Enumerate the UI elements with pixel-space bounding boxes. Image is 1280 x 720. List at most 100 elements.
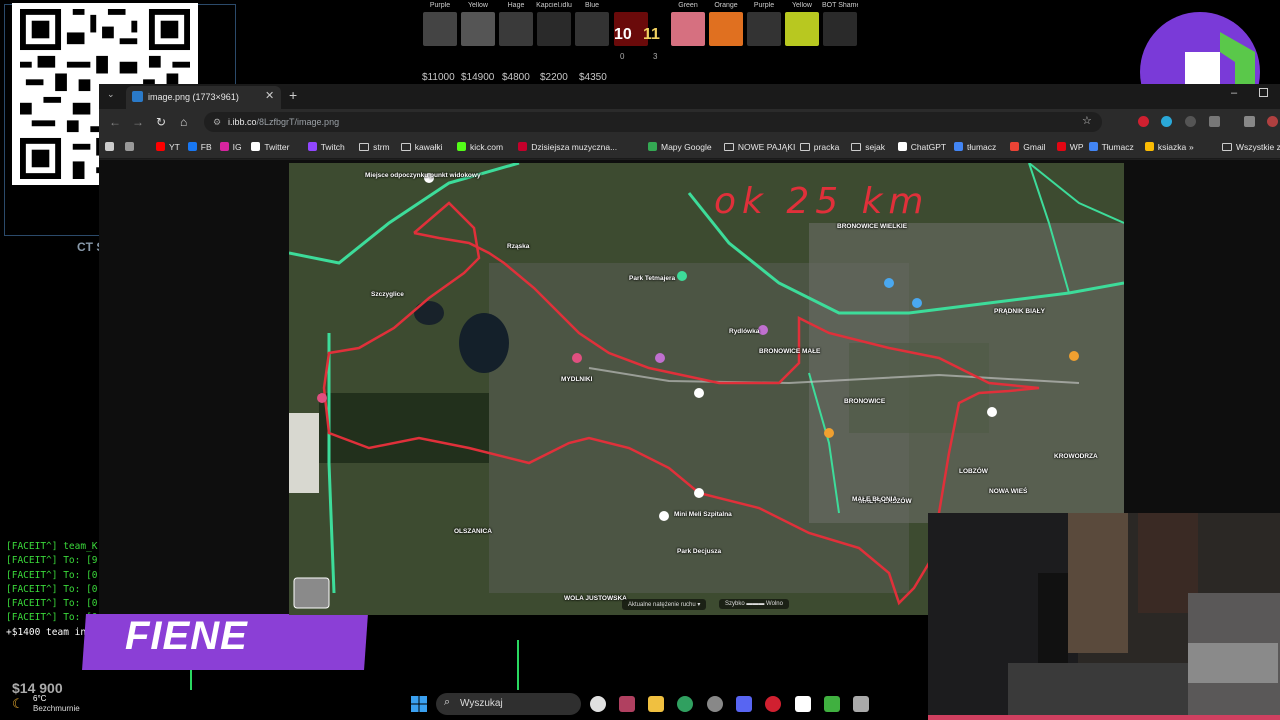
player-name: BOT Shamel...: [822, 2, 858, 9]
apps-grid-icon[interactable]: [125, 142, 138, 152]
minimize-icon[interactable]: –: [1231, 87, 1237, 99]
tab-search-icon[interactable]: ⌄: [107, 89, 115, 100]
ct-player-slot: Purple: [746, 2, 782, 46]
back-icon[interactable]: ←: [109, 115, 121, 129]
weapon-icon: [575, 12, 609, 46]
bookmark-item[interactable]: kick.com: [457, 142, 503, 152]
menu-icon[interactable]: [1244, 116, 1255, 127]
url-host: i.ibb.co: [228, 117, 257, 127]
bookmark-item[interactable]: Twitch: [307, 142, 345, 152]
map-place-label: BRONOWICE: [844, 398, 886, 405]
bookmark-label: IG: [232, 142, 242, 152]
chat-line: [FACEIT^] To: [0: [6, 598, 98, 610]
t-player-slot: Kapciel.idlu: [536, 2, 572, 46]
ct-score: 11: [643, 26, 660, 43]
bookmark-item[interactable]: ChatGPT: [897, 142, 946, 152]
t-money: $4350: [579, 72, 607, 83]
search-icon: ⌕: [444, 696, 451, 708]
folder-icon: [723, 143, 734, 151]
app-icon[interactable]: [619, 696, 635, 712]
address-bar[interactable]: ⚙ i.ibb.co/8LzfbgrT/image.png ☆: [204, 112, 1102, 132]
bookmark-label: Gmail: [1023, 142, 1046, 152]
folder-icon: [400, 143, 411, 151]
url-path: /8LzfbgrT/image.png: [256, 117, 340, 127]
chat-line: [FACEIT^] To: [0: [6, 583, 98, 595]
windows-start-icon[interactable]: [411, 696, 427, 712]
map-place-label: NOWA WIEŚ: [989, 488, 1028, 495]
bookmark-favicon-icon: [1010, 142, 1020, 151]
bookmark-item[interactable]: ksiazka: [1144, 142, 1187, 152]
new-tab-icon[interactable]: +: [289, 87, 297, 103]
maximize-icon[interactable]: [1259, 88, 1268, 97]
bookmark-item[interactable]: Tłumacz: [1088, 142, 1134, 152]
bookmark-label: FB: [200, 142, 212, 152]
weather-temperature[interactable]: 6°C: [33, 694, 46, 703]
site-info-icon[interactable]: ⚙: [213, 117, 221, 128]
weather-moon-icon[interactable]: ☾: [12, 696, 24, 712]
traffic-legend-dropdown[interactable]: Aktualne natężenie ruchu ▾: [622, 599, 707, 610]
bookmark-favicon-icon: [954, 142, 963, 151]
weather-description[interactable]: Bezchmurnie: [33, 704, 80, 713]
bookmark-item[interactable]: YT: [156, 142, 180, 152]
steam-app-icon[interactable]: [707, 696, 723, 712]
bookmark-item[interactable]: sejak: [851, 142, 885, 152]
bookmark-item[interactable]: pracka: [799, 142, 839, 152]
traffic-speed-legend: Szybko ▬▬▬ Wolno: [719, 599, 789, 609]
extension-record-icon[interactable]: [1138, 116, 1149, 127]
bookmark-item[interactable]: IG: [219, 142, 242, 152]
agent-icon: [671, 12, 705, 46]
bookmark-item[interactable]: FB: [187, 142, 212, 152]
bookmark-item[interactable]: tłumacz: [954, 142, 996, 152]
bookmark-item[interactable]: Gmail: [1010, 142, 1046, 152]
map-place-label: Park Decjusza: [677, 548, 722, 555]
taskbar-search[interactable]: ⌕ Wyszukaj: [436, 693, 581, 715]
ct-player-slot: BOT Shamel...: [822, 2, 858, 46]
tab-image[interactable]: image.png (1773×961) ✕: [126, 86, 281, 109]
reload-icon[interactable]: ↻: [156, 115, 166, 129]
sidebar-icon[interactable]: [105, 142, 118, 152]
calculator-app-icon[interactable]: [853, 696, 869, 712]
ct-player-slot: Green: [670, 2, 706, 46]
file-explorer-icon[interactable]: [648, 696, 664, 712]
map-place-label: LOBZÓW: [959, 468, 988, 475]
home-icon[interactable]: ⌂: [180, 115, 187, 129]
bookmark-item[interactable]: Mapy Google: [648, 142, 712, 152]
player-name: Green: [678, 2, 698, 9]
webcam-scene: [928, 513, 1280, 720]
bookmark-item[interactable]: kawałki: [400, 142, 443, 152]
app-icon[interactable]: [824, 696, 840, 712]
all-bookmarks-folder[interactable]: Wszystkie z: [1222, 142, 1280, 152]
opera-app-icon[interactable]: [765, 696, 781, 712]
forward-icon[interactable]: →: [132, 115, 144, 129]
bookmark-star-icon[interactable]: ☆: [1082, 114, 1092, 127]
extension-icon[interactable]: [1161, 116, 1172, 127]
player-name: Blue: [584, 2, 599, 9]
map-place-label: PRĄDNIK BIAŁY: [994, 308, 1045, 315]
app-icon[interactable]: [795, 696, 811, 712]
discord-app-icon[interactable]: [736, 696, 752, 712]
profile-avatar[interactable]: [1267, 116, 1278, 127]
player-name: Purple: [753, 2, 775, 9]
folder-icon: [359, 143, 370, 151]
extension-icon[interactable]: [1185, 116, 1196, 127]
browser-app-icon[interactable]: [677, 696, 693, 712]
map-place-label: MYDLNIKI: [561, 376, 593, 383]
bookmark-item[interactable]: Twitter: [251, 142, 289, 152]
t-player-slot: Blue: [574, 2, 610, 46]
favicon-icon: [132, 91, 143, 102]
chrome-app-icon[interactable]: [590, 696, 606, 712]
bookmark-item[interactable]: NOWE PAJĄKI: [723, 142, 795, 152]
bookmark-item[interactable]: strm: [359, 142, 390, 152]
bookmark-item[interactable]: Dzisiejsza muzyczna...: [518, 142, 617, 152]
bookmark-favicon-icon: [307, 142, 317, 151]
map-place-label: WOLA JUSTOWSKA: [564, 595, 627, 602]
bookmark-favicon-icon: [219, 142, 229, 151]
close-tab-icon[interactable]: ✕: [265, 89, 274, 102]
more-bookmarks-icon[interactable]: »: [1189, 142, 1194, 152]
map-place-label: Szczyglice: [371, 291, 404, 298]
bookmark-item[interactable]: WP: [1056, 142, 1084, 152]
bookmark-label: ksiazka: [1157, 142, 1187, 152]
chat-line: [FACEIT^] To: [0: [6, 569, 98, 581]
bookmark-favicon-icon: [187, 142, 197, 151]
extensions-puzzle-icon[interactable]: [1209, 116, 1220, 127]
